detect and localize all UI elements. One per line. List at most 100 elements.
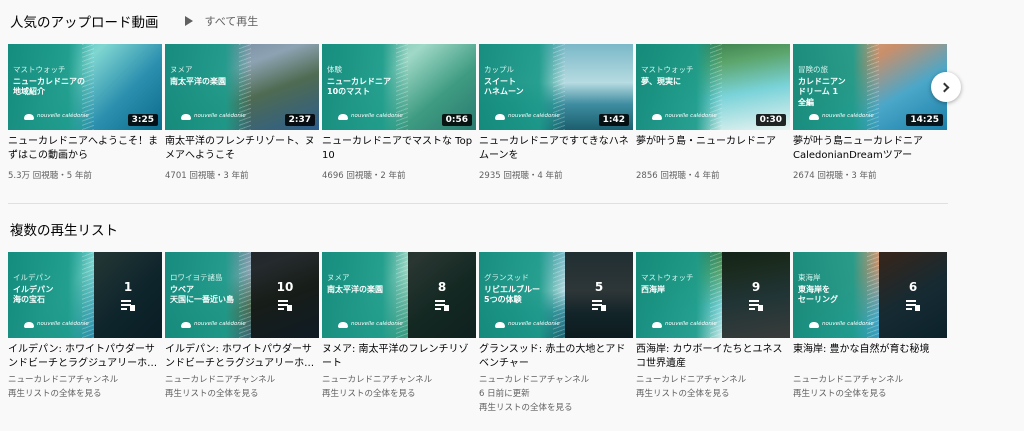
playlist-card[interactable]: ロワイヨテ諸島 ウベア 天国に一番近い島 nouvelle calédonie … bbox=[165, 252, 319, 415]
playlist-thumbnail[interactable]: ロワイヨテ諸島 ウベア 天国に一番近い島 nouvelle calédonie … bbox=[165, 252, 319, 338]
view-full-playlist-link[interactable]: 再生リストの全体を見る bbox=[322, 387, 476, 401]
thumbnail-title: イルデパン 海の宝石 bbox=[13, 285, 54, 305]
next-button[interactable] bbox=[931, 72, 961, 102]
brand-logo: nouvelle calédonie bbox=[652, 114, 717, 120]
playlist-thumbnail[interactable]: イルデパン イルデパン 海の宝石 nouvelle calédonie 1 bbox=[8, 252, 162, 338]
video-title[interactable]: ニューカレドニアへようこそ！まずはこの動画から bbox=[8, 135, 162, 163]
cloud-icon bbox=[652, 322, 662, 328]
logo-text: nouvelle calédonie bbox=[508, 321, 560, 328]
playlist-card[interactable]: 東海岸 東海岸を セーリング nouvelle calédonie 6 東海岸:… bbox=[793, 252, 947, 415]
playlist-overlay: 1 bbox=[94, 252, 162, 338]
playlist-play-icon bbox=[435, 300, 449, 311]
playlist-overlay: 8 bbox=[408, 252, 476, 338]
playlist-card[interactable]: イルデパン イルデパン 海の宝石 nouvelle calédonie 1 イル… bbox=[8, 252, 162, 415]
video-card[interactable]: マストウォッチ ニューカレドニアの 地域紹介 nouvelle calédoni… bbox=[8, 44, 162, 181]
playlist-title[interactable]: ヌメア: 南太平洋のフレンチリゾート bbox=[322, 343, 476, 371]
cloud-icon bbox=[809, 322, 819, 328]
logo-text: nouvelle calédonie bbox=[194, 321, 246, 328]
video-title[interactable]: 夢が叶う島ニューカレドニア CaledonianDreamツアー bbox=[793, 135, 947, 163]
video-card[interactable]: カップル スイート ハネムーン nouvelle calédonie 1:42 … bbox=[479, 44, 633, 181]
brand-logo: nouvelle calédonie bbox=[181, 322, 246, 328]
thumbnail-category: カップル bbox=[484, 65, 514, 74]
playlist-channel[interactable]: ニューカレドニアチャンネル bbox=[793, 373, 947, 387]
playlist-thumbnail[interactable]: グランスッド リビエルブルー 5つの体験 nouvelle calédonie … bbox=[479, 252, 633, 338]
playlist-count: 1 bbox=[123, 280, 133, 294]
thumbnail-category: マストウォッチ bbox=[641, 65, 694, 74]
playlist-title[interactable]: イルデパン: ホワイトパウダーサンドビーチとラグジュアリーホ… bbox=[8, 343, 162, 371]
thumbnail-category: イルデパン bbox=[13, 273, 51, 282]
duration-badge: 14:25 bbox=[906, 114, 943, 126]
playlists-row: イルデパン イルデパン 海の宝石 nouvelle calédonie 1 イル… bbox=[8, 252, 950, 415]
playlist-play-icon bbox=[906, 300, 920, 311]
playlist-channel[interactable]: ニューカレドニアチャンネル bbox=[479, 373, 633, 387]
playlist-card[interactable]: マストウォッチ 西海岸 nouvelle calédonie 9 西海岸: カウ… bbox=[636, 252, 790, 415]
duration-badge: 0:56 bbox=[441, 114, 472, 126]
playlist-title[interactable]: 西海岸: カウボーイたちとユネスコ世界遺産 bbox=[636, 343, 790, 371]
playlist-overlay: 6 bbox=[879, 252, 947, 338]
video-meta: 2935 回視聴・4 年前 bbox=[479, 171, 563, 181]
playlist-thumbnail[interactable]: マストウォッチ 西海岸 nouvelle calédonie 9 bbox=[636, 252, 790, 338]
play-all-button[interactable]: すべて再生 bbox=[184, 13, 259, 29]
playlist-channel[interactable]: ニューカレドニアチャンネル bbox=[8, 373, 162, 387]
duration-badge: 2:37 bbox=[284, 114, 315, 126]
playlist-count: 5 bbox=[594, 280, 604, 294]
cloud-icon bbox=[809, 114, 819, 120]
video-title[interactable]: ニューカレドニアですてきなハネムーンを bbox=[479, 135, 633, 163]
playlists-header: 複数の再生リスト bbox=[10, 219, 118, 239]
playlist-updated: 6 日前に更新 bbox=[479, 389, 530, 399]
video-card[interactable]: 冒険の旅 カレドニアン ドリーム 1 全編 nouvelle calédonie… bbox=[793, 44, 947, 181]
popular-videos-row: マストウォッチ ニューカレドニアの 地域紹介 nouvelle calédoni… bbox=[8, 44, 950, 181]
thumbnail-category: 体験 bbox=[327, 65, 342, 74]
playlist-channel[interactable]: ニューカレドニアチャンネル bbox=[322, 373, 476, 387]
video-title[interactable]: ニューカレドニアでマストな Top 10 bbox=[322, 135, 476, 163]
playlist-overlay: 5 bbox=[565, 252, 633, 338]
thumbnail-category: 冒険の旅 bbox=[798, 65, 828, 74]
view-full-playlist-link[interactable]: 再生リストの全体を見る bbox=[479, 401, 633, 415]
cloud-icon bbox=[338, 114, 348, 120]
thumbnail-title: ウベア 天国に一番近い島 bbox=[170, 285, 234, 305]
play-all-label: すべて再生 bbox=[204, 15, 259, 28]
thumbnail-category: ヌメア bbox=[327, 273, 350, 282]
view-full-playlist-link[interactable]: 再生リストの全体を見る bbox=[793, 387, 947, 401]
logo-text: nouvelle calédonie bbox=[351, 321, 403, 328]
video-thumbnail[interactable]: カップル スイート ハネムーン nouvelle calédonie 1:42 bbox=[479, 44, 633, 130]
playlist-thumbnail[interactable]: ヌメア 南太平洋の楽園 nouvelle calédonie 8 bbox=[322, 252, 476, 338]
playlist-title[interactable]: グランスッド: 赤土の大地とアドベンチャー bbox=[479, 343, 633, 371]
video-card[interactable]: 体験 ニューカレドニア 10のマスト nouvelle calédonie 0:… bbox=[322, 44, 476, 181]
video-thumbnail[interactable]: マストウォッチ 夢、現実に nouvelle calédonie 0:30 bbox=[636, 44, 790, 130]
logo-text: nouvelle calédonie bbox=[665, 113, 717, 120]
playlist-card[interactable]: ヌメア 南太平洋の楽園 nouvelle calédonie 8 ヌメア: 南太… bbox=[322, 252, 476, 415]
video-card[interactable]: マストウォッチ 夢、現実に nouvelle calédonie 0:30 夢が… bbox=[636, 44, 790, 181]
playlist-count: 9 bbox=[751, 280, 761, 294]
cloud-icon bbox=[181, 114, 191, 120]
video-thumbnail[interactable]: 冒険の旅 カレドニアン ドリーム 1 全編 nouvelle calédonie… bbox=[793, 44, 947, 130]
video-thumbnail[interactable]: 体験 ニューカレドニア 10のマスト nouvelle calédonie 0:… bbox=[322, 44, 476, 130]
playlist-channel[interactable]: ニューカレドニアチャンネル bbox=[636, 373, 790, 387]
view-full-playlist-link[interactable]: 再生リストの全体を見る bbox=[165, 387, 319, 401]
video-title[interactable]: 南太平洋のフレンチリゾート、ヌメアへようこそ bbox=[165, 135, 319, 163]
cloud-icon bbox=[495, 114, 505, 120]
thumbnail-title: 南太平洋の楽園 bbox=[170, 77, 226, 86]
playlist-count: 6 bbox=[908, 280, 918, 294]
brand-logo: nouvelle calédonie bbox=[24, 114, 89, 120]
playlist-play-icon bbox=[278, 300, 292, 311]
playlist-thumbnail[interactable]: 東海岸 東海岸を セーリング nouvelle calédonie 6 bbox=[793, 252, 947, 338]
playlist-count: 8 bbox=[437, 280, 447, 294]
view-full-playlist-link[interactable]: 再生リストの全体を見る bbox=[636, 387, 790, 401]
playlist-channel[interactable]: ニューカレドニアチャンネル bbox=[165, 373, 319, 387]
view-full-playlist-link[interactable]: 再生リストの全体を見る bbox=[8, 387, 162, 401]
logo-text: nouvelle calédonie bbox=[665, 321, 717, 328]
thumbnail-title: ニューカレドニア 10のマスト bbox=[327, 77, 391, 97]
thumbnail-title: 夢、現実に bbox=[641, 77, 681, 86]
video-thumbnail[interactable]: ヌメア 南太平洋の楽園 nouvelle calédonie 2:37 bbox=[165, 44, 319, 130]
video-card[interactable]: ヌメア 南太平洋の楽園 nouvelle calédonie 2:37 南太平洋… bbox=[165, 44, 319, 181]
playlist-title[interactable]: 東海岸: 豊かな自然が育む秘境 bbox=[793, 343, 947, 371]
playlist-title[interactable]: イルデパン: ホワイトパウダーサンドビーチとラグジュアリーホ… bbox=[165, 343, 319, 371]
cloud-icon bbox=[652, 114, 662, 120]
video-thumbnail[interactable]: マストウォッチ ニューカレドニアの 地域紹介 nouvelle calédoni… bbox=[8, 44, 162, 130]
duration-badge: 1:42 bbox=[598, 114, 629, 126]
playlist-card[interactable]: グランスッド リビエルブルー 5つの体験 nouvelle calédonie … bbox=[479, 252, 633, 415]
video-title[interactable]: 夢が叶う島・ニューカレドニア bbox=[636, 135, 790, 163]
video-meta: 4696 回視聴・2 年前 bbox=[322, 171, 406, 181]
chevron-right-icon bbox=[939, 82, 950, 92]
